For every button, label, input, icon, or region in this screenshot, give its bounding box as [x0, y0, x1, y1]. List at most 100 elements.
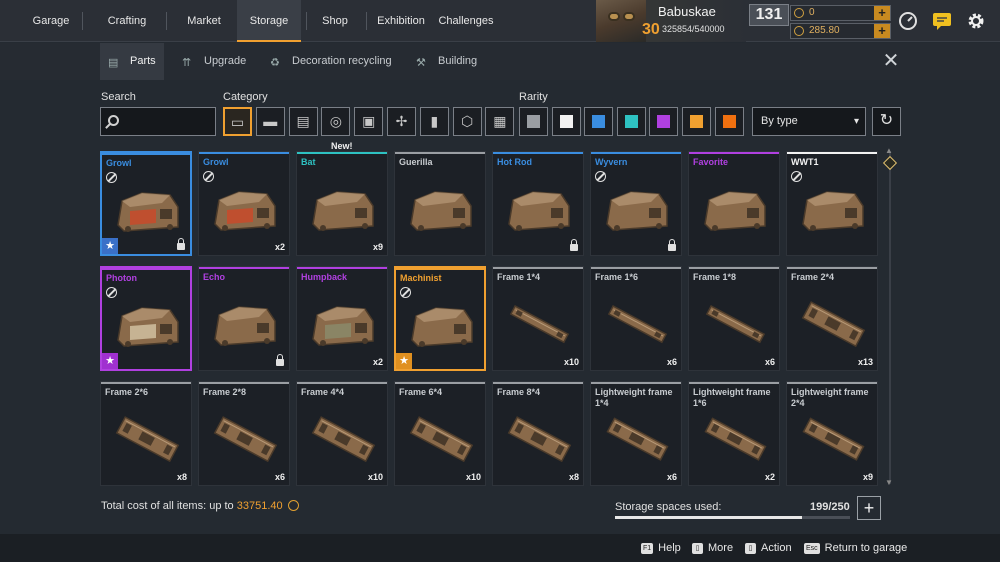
part-name: Lightweight frame 1*4	[595, 387, 673, 408]
coin-icon	[287, 500, 299, 511]
part-name: Humpback	[301, 272, 348, 282]
nav-tab-market[interactable]: Market	[172, 0, 236, 42]
sort-select[interactable]: By type ▾	[752, 107, 866, 136]
part-card[interactable]: WWT1	[786, 151, 878, 256]
search-input[interactable]	[100, 107, 216, 136]
scroll-up-icon[interactable]: ▲	[885, 146, 893, 155]
rarity-rare-button[interactable]	[584, 107, 614, 136]
category-frames-button[interactable]: ▣	[354, 107, 384, 136]
subtab-upgrade[interactable]: ⇈ Upgrade	[182, 43, 262, 80]
close-icon[interactable]: ✕	[882, 51, 900, 71]
nav-tab-shop[interactable]: Shop	[310, 0, 360, 42]
category-wheels-button[interactable]: ◎	[321, 107, 351, 136]
rarity-bar	[591, 382, 681, 384]
category-stickers-button[interactable]: ⬡	[452, 107, 482, 136]
part-card[interactable]: Growl ★	[100, 151, 192, 256]
part-name: Hot Rod	[497, 157, 532, 167]
wheels-icon: ◎	[329, 113, 342, 129]
player-xp: 325854/540000	[662, 24, 725, 34]
part-card[interactable]: Frame 2*6 x8	[100, 381, 192, 486]
chat-icon[interactable]	[932, 11, 952, 31]
rarity-bar	[102, 268, 190, 270]
scrollbar-thumb[interactable]	[882, 155, 898, 171]
nav-tab-storage[interactable]: Storage	[237, 0, 301, 42]
rarity-special-button[interactable]	[616, 107, 646, 136]
mouse-icon: ▯	[745, 543, 756, 554]
currency-coupons: 0 +	[790, 5, 891, 21]
part-image	[704, 191, 766, 231]
part-image	[312, 306, 374, 346]
rarity-common-button[interactable]	[519, 107, 548, 136]
part-card[interactable]: Echo	[198, 266, 290, 371]
favorite-star-icon: ★	[102, 353, 118, 369]
add-currency-button[interactable]: +	[874, 24, 890, 38]
part-card[interactable]: Machinist ★	[394, 266, 486, 371]
part-card[interactable]: Favorite	[688, 151, 780, 256]
part-card[interactable]: Frame 2*4 x13	[786, 266, 878, 371]
more-hint[interactable]: ▯ More	[692, 542, 733, 554]
all-icon: ▦	[493, 113, 507, 129]
favorite-star-icon: ★	[102, 238, 118, 254]
part-name: Wyvern	[595, 157, 628, 167]
part-card[interactable]: Bat x9	[296, 151, 388, 256]
part-card[interactable]: Frame 4*4 x10	[296, 381, 388, 486]
part-quantity: x10	[465, 472, 481, 482]
nav-tab-challenges[interactable]: Challenges	[434, 0, 498, 42]
rarity-bar	[199, 152, 289, 154]
part-image	[607, 305, 668, 344]
rarity-white-button[interactable]	[551, 107, 581, 136]
return-hint[interactable]: Esc Return to garage	[804, 542, 907, 554]
refresh-button[interactable]: ↻	[872, 107, 901, 136]
part-card[interactable]: Humpback x2	[296, 266, 388, 371]
part-card[interactable]: Lightweight frame 2*4 x9	[786, 381, 878, 486]
rarity-legendary-button[interactable]	[682, 107, 711, 136]
part-card[interactable]: Lightweight frame 1*4 x6	[590, 381, 682, 486]
gear-icon[interactable]	[966, 11, 986, 31]
subtab-decoration-recycling[interactable]: ♻ Decoration recycling	[270, 43, 400, 80]
category-weapons-button[interactable]: ▬	[255, 107, 285, 136]
part-image	[117, 192, 179, 232]
part-image	[312, 191, 374, 231]
storage-screen: Garage Crafting Market Storage Shop Exhi…	[0, 0, 1000, 562]
parts-icon: ▤	[108, 57, 119, 69]
part-card[interactable]: Growl x2	[198, 151, 290, 256]
rarity-epic-button[interactable]	[649, 107, 679, 136]
scrollbar[interactable]	[889, 151, 891, 484]
category-all-button[interactable]: ▦	[485, 107, 515, 136]
part-card[interactable]: Frame 1*4 x10	[492, 266, 584, 371]
part-card[interactable]: Frame 1*8 x6	[688, 266, 780, 371]
part-card[interactable]: Wyvern	[590, 151, 682, 256]
part-card[interactable]: Hot Rod	[492, 151, 584, 256]
rarity-relic-button[interactable]	[714, 107, 744, 136]
add-storage-button[interactable]: +	[857, 496, 881, 520]
help-hint[interactable]: F1 Help	[641, 542, 681, 554]
action-hint[interactable]: ▯ Action	[745, 542, 792, 554]
subtab-parts[interactable]: ▤ Parts	[100, 43, 164, 80]
player-profile[interactable]: Babuskae 30 325854/540000	[596, 0, 746, 42]
scroll-down-icon[interactable]: ▼	[885, 478, 893, 487]
hint-label: Return to garage	[824, 542, 908, 554]
cabins-icon: ▭	[230, 114, 245, 130]
nav-tab-garage[interactable]: Garage	[20, 0, 82, 42]
part-card[interactable]: Frame 1*6 x6	[590, 266, 682, 371]
add-currency-button[interactable]: +	[874, 6, 890, 20]
part-card[interactable]: Guerilla	[394, 151, 486, 256]
part-card[interactable]: Frame 2*8 x6	[198, 381, 290, 486]
nav-tab-crafting[interactable]: Crafting	[94, 0, 160, 42]
category-paint-button[interactable]: ▮	[419, 107, 449, 136]
category-cabins-button[interactable]: ▭	[223, 107, 252, 136]
player-level: 30	[642, 21, 660, 38]
not-tradable-icon	[595, 171, 606, 182]
subtab-building[interactable]: ⚒ Building	[416, 43, 486, 80]
speedometer-icon[interactable]	[898, 11, 918, 31]
not-tradable-icon	[203, 171, 214, 182]
category-decor-button[interactable]: ✢	[387, 107, 416, 136]
part-card[interactable]: Photon ★	[100, 266, 192, 371]
part-image	[117, 307, 179, 347]
part-card[interactable]: Frame 6*4 x10	[394, 381, 486, 486]
part-name: WWT1	[791, 157, 819, 167]
category-modules-button[interactable]: ▤	[288, 107, 318, 136]
part-card[interactable]: Frame 8*4 x8	[492, 381, 584, 486]
part-card[interactable]: Lightweight frame 1*6 x2	[688, 381, 780, 486]
nav-tab-exhibition[interactable]: Exhibition	[370, 0, 432, 42]
